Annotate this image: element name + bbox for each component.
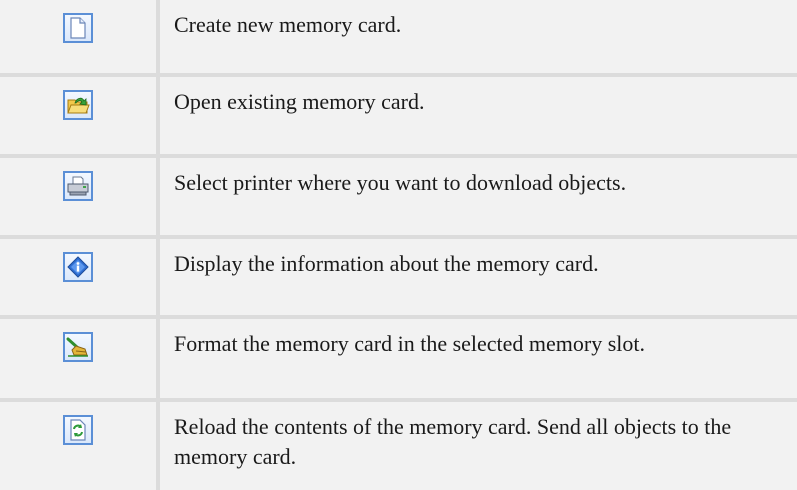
icon-cell: [0, 319, 160, 398]
row-description: Display the information about the memory…: [160, 239, 797, 315]
table-row: Select printer where you want to downloa…: [0, 158, 797, 239]
icon-cell: [0, 77, 160, 154]
icon-cell: [0, 158, 160, 235]
row-description: Format the memory card in the selected m…: [160, 319, 797, 398]
printer-icon[interactable]: [63, 171, 93, 201]
open-folder-icon[interactable]: [63, 90, 93, 120]
table-row: Create new memory card.: [0, 0, 797, 77]
toolbar-reference-table: Create new memory card. Open existing me…: [0, 0, 797, 490]
row-description: Create new memory card.: [160, 0, 797, 73]
reload-icon[interactable]: [63, 415, 93, 445]
row-description: Reload the contents of the memory card. …: [160, 402, 797, 490]
table-row: Display the information about the memory…: [0, 239, 797, 319]
table-row: Format the memory card in the selected m…: [0, 319, 797, 402]
info-icon[interactable]: [63, 252, 93, 282]
icon-cell: [0, 402, 160, 490]
table-row: Reload the contents of the memory card. …: [0, 402, 797, 490]
row-description: Select printer where you want to downloa…: [160, 158, 797, 235]
icon-cell: [0, 0, 160, 73]
table-row: Open existing memory card.: [0, 77, 797, 158]
icon-cell: [0, 239, 160, 315]
new-document-icon[interactable]: [63, 13, 93, 43]
row-description: Open existing memory card.: [160, 77, 797, 154]
format-broom-icon[interactable]: [63, 332, 93, 362]
